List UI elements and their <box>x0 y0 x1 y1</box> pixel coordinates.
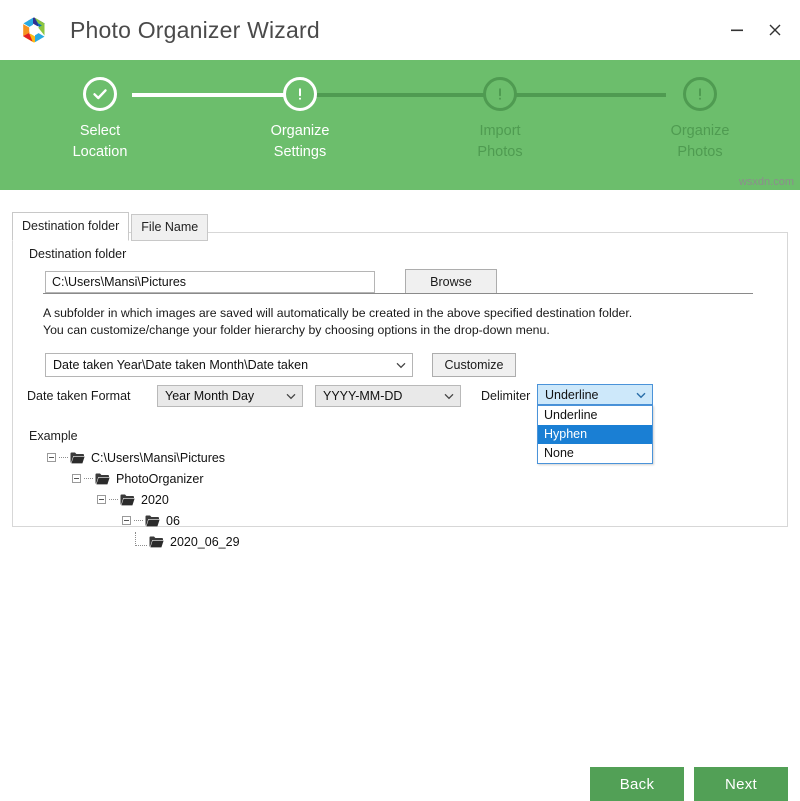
delimiter-dropdown-list[interactable]: Underline Hyphen None <box>537 405 653 464</box>
check-icon <box>83 77 117 111</box>
exclamation-icon <box>483 77 517 111</box>
delimiter-select[interactable]: Underline <box>537 384 653 405</box>
tab-destination-folder[interactable]: Destination folder <box>12 212 130 241</box>
stepper-step-label: Select Location <box>73 121 128 163</box>
stepper-step-line2: Settings <box>273 144 327 160</box>
tree-node[interactable]: PhotoOrganizer <box>72 468 240 489</box>
hierarchy-description-line1: A subfolder in which images are saved wi… <box>43 306 633 320</box>
stepper-step-line2: Location <box>72 144 128 160</box>
date-pattern-value: YYYY-MM-DD <box>323 389 403 403</box>
stepper-step-line1: Organize <box>670 123 730 139</box>
tree-connector <box>134 520 143 521</box>
tree-node-label: 2020_06_29 <box>170 534 240 549</box>
tree-expander-icon[interactable] <box>97 495 106 504</box>
window-controls <box>720 0 792 60</box>
hierarchy-description-line2: You can customize/change your folder hie… <box>43 323 550 337</box>
stepper-step-select-location[interactable]: Select Location <box>0 60 200 190</box>
stepper-connector-2 <box>314 93 488 97</box>
folder-icon <box>120 494 135 506</box>
tree-node[interactable]: 06 <box>122 510 240 531</box>
stepper-step-line2: Photos <box>677 144 723 160</box>
delimiter-option-underline[interactable]: Underline <box>538 406 652 425</box>
tree-connector <box>84 478 93 479</box>
tree-expander-icon[interactable] <box>47 453 56 462</box>
folder-icon <box>149 536 164 548</box>
tree-expander-icon[interactable] <box>122 516 131 525</box>
stepper-step-line1: Organize <box>270 123 330 139</box>
exclamation-icon <box>283 77 317 111</box>
stepper-step-line1: Import <box>479 123 521 139</box>
delimiter-option-none[interactable]: None <box>538 444 652 463</box>
date-pattern-select[interactable]: YYYY-MM-DD <box>315 385 461 407</box>
tree-connector <box>135 532 147 546</box>
example-label: Example <box>29 429 78 443</box>
page-title: Photo Organizer Wizard <box>70 16 320 43</box>
folder-icon <box>145 515 160 527</box>
chevron-down-icon <box>630 389 652 401</box>
tree-node-label: PhotoOrganizer <box>116 471 204 486</box>
stepper-step-line1: Select <box>79 123 121 139</box>
minimize-icon[interactable] <box>720 13 754 47</box>
wizard-stepper: Select Location Organize Settings Import… <box>0 60 800 190</box>
tab-file-name[interactable]: File Name <box>131 214 209 241</box>
next-button[interactable]: Next <box>694 767 788 801</box>
settings-panel: Destination folder Browse A subfolder in… <box>12 232 788 549</box>
stepper-step-label: Organize Photos <box>671 121 730 163</box>
delimiter-label: Delimiter <box>481 389 531 403</box>
stepper-step-organize-photos[interactable]: Organize Photos <box>600 60 800 190</box>
chevron-down-icon <box>438 390 460 402</box>
delimiter-value: Underline <box>545 387 599 402</box>
section-divider <box>43 293 753 294</box>
folder-hierarchy-select[interactable]: Date taken Year\Date taken Month\Date ta… <box>45 353 413 377</box>
tree-expander-icon[interactable] <box>72 474 81 483</box>
tree-connector <box>109 499 118 500</box>
tree-node-label: C:\Users\Mansi\Pictures <box>91 450 226 465</box>
date-order-value: Year Month Day <box>165 389 255 403</box>
chevron-down-icon <box>280 390 302 402</box>
example-folder-tree: C:\Users\Mansi\Pictures PhotoOrganizer 2… <box>29 447 240 552</box>
stepper-step-label: Organize Settings <box>271 121 330 163</box>
exclamation-icon <box>683 77 717 111</box>
tree-node[interactable]: C:\Users\Mansi\Pictures <box>47 447 240 468</box>
date-taken-format-label: Date taken Format <box>27 389 131 403</box>
destination-folder-input[interactable] <box>45 271 375 293</box>
tree-node[interactable]: 2020_06_29 <box>135 531 240 552</box>
stepper-step-line2: Photos <box>477 144 523 160</box>
customize-button[interactable]: Customize <box>432 353 516 377</box>
date-order-select[interactable]: Year Month Day <box>157 385 303 407</box>
title-bar: Photo Organizer Wizard <box>0 0 800 60</box>
tree-node-label: 06 <box>166 513 180 528</box>
stepper-step-organize-settings[interactable]: Organize Settings <box>200 60 400 190</box>
tree-node[interactable]: 2020 <box>97 489 240 510</box>
browse-button[interactable]: Browse <box>405 269 497 294</box>
tree-node-label: 2020 <box>141 492 169 507</box>
folder-icon <box>95 473 110 485</box>
folder-hierarchy-value: Date taken Year\Date taken Month\Date ta… <box>53 358 309 372</box>
photo-organizer-hexagon-logo-icon <box>12 8 56 52</box>
chevron-down-icon <box>390 359 412 371</box>
stepper-step-label: Import Photos <box>477 121 522 163</box>
tab-strip: Destination folder File Name <box>12 212 209 241</box>
destination-folder-label: Destination folder <box>29 247 127 261</box>
delimiter-option-hyphen[interactable]: Hyphen <box>538 425 652 444</box>
watermark: wsxdn.com <box>738 176 794 188</box>
close-icon[interactable] <box>758 13 792 47</box>
back-button[interactable]: Back <box>590 767 684 801</box>
folder-icon <box>70 452 85 464</box>
tree-connector <box>59 457 68 458</box>
stepper-step-import-photos[interactable]: Import Photos <box>400 60 600 190</box>
